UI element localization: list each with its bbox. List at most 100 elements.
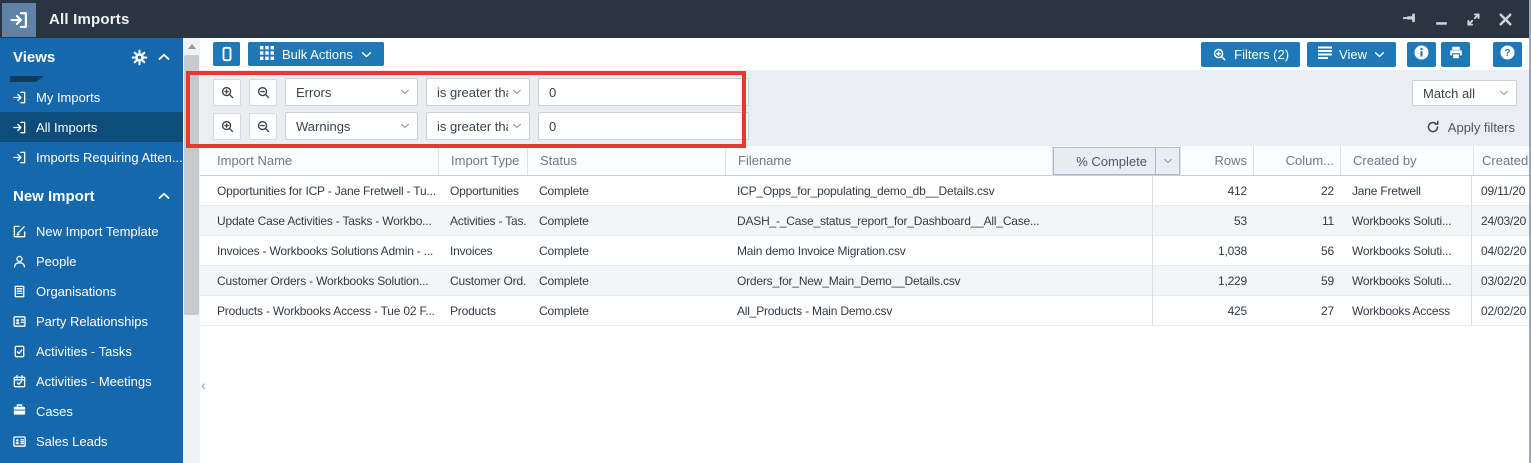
column-header-columns[interactable]: Colum... <box>1253 146 1340 175</box>
column-header-filename[interactable]: Filename <box>725 146 1052 175</box>
info-button[interactable] <box>1407 41 1436 67</box>
table-row[interactable]: Opportunities for ICP - Jane Fretwell - … <box>200 176 1531 206</box>
sidebar-item-label: Sales Leads <box>36 433 108 449</box>
column-header-pct-complete[interactable]: % Complete <box>1052 146 1180 175</box>
zoom-out-filter-button[interactable] <box>249 112 277 140</box>
pct-complete-header-label: % Complete <box>1076 153 1147 169</box>
sidebar-item-party-relationships[interactable]: Party Relationships <box>0 306 183 336</box>
table-row[interactable]: Products - Workbooks Access - Tue 02 F..… <box>200 296 1531 326</box>
column-header-created-at[interactable]: Created At <box>1473 146 1531 175</box>
grid-body-divider <box>1152 176 1153 326</box>
sidebar-item-my-imports[interactable]: My Imports <box>0 82 183 112</box>
print-button[interactable] <box>1441 41 1470 67</box>
import-icon <box>9 10 29 30</box>
cell-created-at: 04/02/20 <box>1481 243 1527 258</box>
table-row[interactable]: Update Case Activities - Tasks - Workbo.… <box>200 206 1531 236</box>
filter-operator-select[interactable]: is greater tha <box>426 112 530 140</box>
sidebar-item-new-import-template[interactable]: New Import Template <box>0 216 183 246</box>
chevron-down-icon <box>1499 90 1509 96</box>
gear-icon[interactable] <box>131 49 148 66</box>
close-icon[interactable] <box>1496 10 1514 28</box>
cell-pct-complete <box>1052 296 1180 325</box>
cell-created-at: 09/11/20 <box>1481 183 1526 198</box>
cell-import-name: Invoices - Workbooks Solutions Admin - .… <box>217 243 434 258</box>
edit-icon <box>12 224 27 239</box>
chevron-down-icon <box>512 123 522 129</box>
sidebar-item-activities-meetings[interactable]: Activities - Meetings <box>0 366 183 396</box>
bulk-actions-button[interactable]: Bulk Actions <box>248 42 384 66</box>
table-row[interactable]: Invoices - Workbooks Solutions Admin - .… <box>200 236 1531 266</box>
zoom-out-filter-button[interactable] <box>249 78 277 106</box>
match-mode-value: Match all <box>1423 85 1476 101</box>
imports-grid: Import Name Import Type Status Filename … <box>200 146 1531 326</box>
person-icon <box>12 254 27 269</box>
column-header-import-name[interactable]: Import Name <box>200 146 438 175</box>
new-import-section-header[interactable]: New Import <box>0 176 183 216</box>
sidebar-item-people[interactable]: People <box>0 246 183 276</box>
cell-rows: 412 <box>1227 183 1248 198</box>
filter-operator-value: is greater tha <box>437 84 508 100</box>
sidebar-item-imports-requiring-attention[interactable]: Imports Requiring Atten... <box>0 142 183 172</box>
collapse-sidebar-icon[interactable] <box>198 372 209 398</box>
cell-rows: 425 <box>1227 303 1248 318</box>
sidebar-item-cases[interactable]: Cases <box>0 396 183 426</box>
cell-pct-complete <box>1052 206 1180 235</box>
views-panel-header[interactable]: Views <box>0 38 183 76</box>
filter-field-value: Errors <box>296 84 332 100</box>
filter-field-value: Warnings <box>296 118 351 134</box>
cell-import-name: Products - Workbooks Access - Tue 02 F..… <box>217 303 435 318</box>
zoom-in-icon <box>1212 47 1227 62</box>
help-button[interactable]: ? <box>1493 41 1522 67</box>
relationship-card-icon <box>12 314 27 329</box>
cell-status: Complete <box>539 273 589 288</box>
filter-value-input[interactable] <box>538 112 749 140</box>
filter-operator-select[interactable]: is greater tha <box>426 78 530 106</box>
id-card-icon <box>12 434 27 449</box>
pin-icon[interactable] <box>1400 10 1418 28</box>
cell-rows: 53 <box>1234 213 1247 228</box>
sidebar-item-all-imports[interactable]: All Imports <box>0 112 183 142</box>
refresh-icon <box>1426 120 1440 134</box>
sidebar-item-label: All Imports <box>36 119 98 135</box>
view-button[interactable]: View <box>1307 41 1396 67</box>
sidebar-item-organisations[interactable]: Organisations <box>0 276 183 306</box>
zoom-in-filter-button[interactable] <box>213 112 241 140</box>
sidebar-item-label: New Import Template <box>36 223 159 239</box>
scrollbar-thumb[interactable] <box>184 55 199 315</box>
sidebar-item-sales-leads[interactable]: Sales Leads <box>0 426 183 456</box>
zoom-in-filter-button[interactable] <box>213 78 241 106</box>
task-clipboard-icon <box>12 344 27 359</box>
views-panel-title: Views <box>13 48 56 66</box>
filter-value-input[interactable] <box>538 78 749 106</box>
match-mode-select[interactable]: Match all <box>1412 80 1517 106</box>
panel-toggle-icon <box>219 45 235 63</box>
filter-field-select[interactable]: Warnings <box>285 112 418 140</box>
cell-created-at: 24/03/20 <box>1481 213 1527 228</box>
cell-status: Complete <box>539 243 589 258</box>
filter-field-select[interactable]: Errors <box>285 78 418 106</box>
filters-button[interactable]: Filters (2) <box>1201 41 1301 67</box>
main-panel: Bulk Actions Filters (2) View ? Errors i… <box>200 38 1531 463</box>
minimize-icon[interactable] <box>1432 10 1450 28</box>
column-header-status[interactable]: Status <box>527 146 725 175</box>
scrollbar-up-arrow-icon[interactable] <box>183 38 200 55</box>
chevron-up-icon[interactable] <box>158 53 170 61</box>
table-row[interactable]: Customer Orders - Workbooks Solution... … <box>200 266 1531 296</box>
chevron-down-icon <box>1374 51 1385 58</box>
apply-filters-button[interactable]: Apply filters <box>1422 114 1519 140</box>
panel-toggle-button[interactable] <box>213 42 240 66</box>
sidebar-item-activities-tasks[interactable]: Activities - Tasks <box>0 336 183 366</box>
column-header-created-by[interactable]: Created by <box>1340 146 1473 175</box>
column-header-rows[interactable]: Rows <box>1180 146 1253 175</box>
column-menu-trigger[interactable] <box>1155 148 1179 174</box>
page-title: All Imports <box>49 10 130 28</box>
maximize-icon[interactable] <box>1464 10 1482 28</box>
sidebar-item-label: Organisations <box>36 283 117 299</box>
cell-import-name: Customer Orders - Workbooks Solution... <box>217 273 429 288</box>
sidebar-scrollbar[interactable] <box>183 38 200 463</box>
column-header-import-type[interactable]: Import Type <box>438 146 527 175</box>
grid-body-divider <box>1471 176 1472 326</box>
import-icon <box>12 120 27 135</box>
chevron-up-icon[interactable] <box>158 192 170 200</box>
cell-status: Complete <box>539 183 589 198</box>
